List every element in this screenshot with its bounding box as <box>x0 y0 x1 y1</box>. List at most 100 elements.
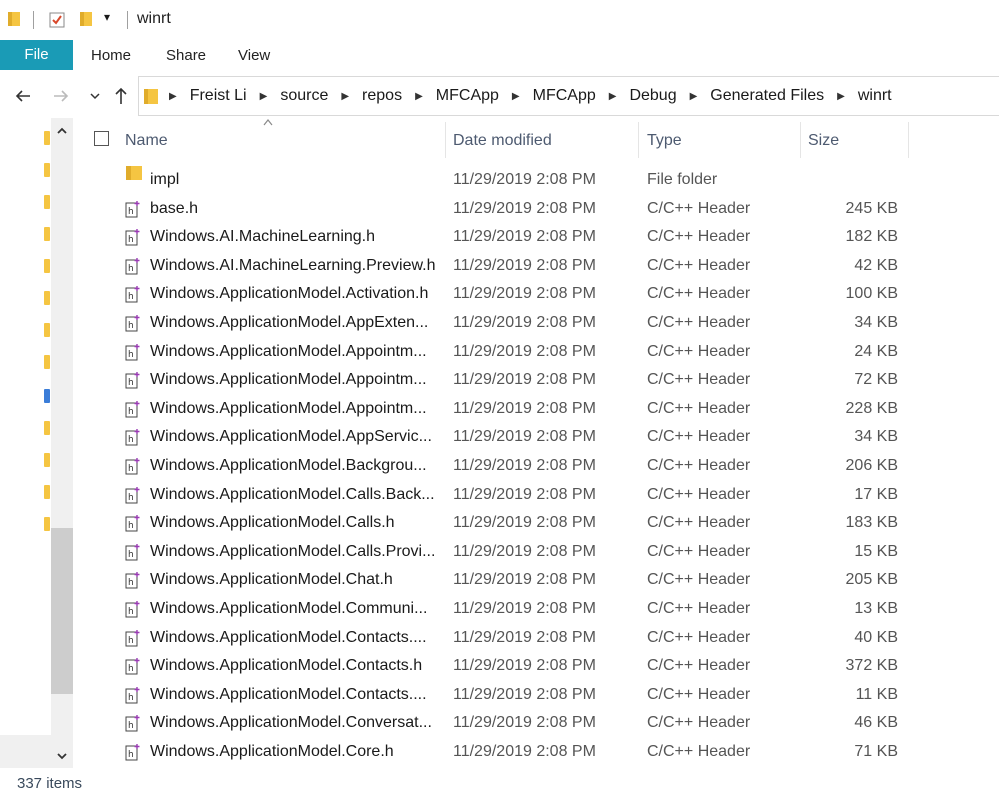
folder-icon[interactable] <box>44 131 50 145</box>
breadcrumb-item[interactable]: repos <box>356 87 408 105</box>
chevron-right-icon[interactable]: ▶ <box>505 91 527 102</box>
file-name: Windows.ApplicationModel.Calls.h <box>150 514 395 532</box>
breadcrumb-item[interactable]: source <box>274 87 334 105</box>
column-divider[interactable] <box>445 122 446 158</box>
table-row[interactable]: h Windows.ApplicationModel.Contacts.... 11… <box>78 681 908 710</box>
file-name: Windows.ApplicationModel.Appointm... <box>150 399 427 417</box>
scroll-up-button[interactable] <box>51 122 73 142</box>
file-name: Windows.ApplicationModel.Contacts.... <box>150 628 427 646</box>
table-row[interactable]: h Windows.AI.MachineLearning.h 11/29/2019 … <box>78 223 908 252</box>
folder-icon[interactable] <box>44 195 50 209</box>
header-file-icon: h <box>125 229 140 246</box>
column-header-date[interactable]: Date modified <box>453 127 552 155</box>
breadcrumb-item[interactable]: MFCApp <box>430 87 505 105</box>
chevron-right-icon[interactable]: ▶ <box>830 91 852 102</box>
folder-icon[interactable] <box>44 163 50 177</box>
table-row[interactable]: h Windows.ApplicationModel.Activation.h 11… <box>78 280 908 309</box>
tab-home[interactable]: Home <box>91 40 131 70</box>
svg-text:h: h <box>128 235 134 245</box>
breadcrumb-item-current[interactable]: winrt <box>852 87 898 105</box>
table-row[interactable]: h Windows.ApplicationModel.Chat.h 11/29/20… <box>78 566 908 595</box>
file-date-modified: 11/29/2019 2:08 PM <box>453 313 596 331</box>
forward-button[interactable] <box>48 80 74 112</box>
chevron-right-icon[interactable]: ▶ <box>334 91 356 102</box>
file-type: C/C++ Header <box>647 285 751 303</box>
breadcrumb-item[interactable]: Debug <box>623 87 682 105</box>
column-header-type[interactable]: Type <box>647 127 682 155</box>
breadcrumb-item[interactable]: MFCApp <box>527 87 602 105</box>
column-divider[interactable] <box>638 122 639 158</box>
table-row[interactable]: h Windows.ApplicationModel.Calls.Provi...… <box>78 538 908 567</box>
table-row[interactable]: h Windows.ApplicationModel.Appointm... 11/… <box>78 395 908 424</box>
table-row[interactable]: h Windows.AI.MachineLearning.Preview.h 11/… <box>78 252 908 281</box>
folder-icon[interactable] <box>44 355 50 369</box>
file-type: C/C++ Header <box>647 399 751 417</box>
table-row[interactable]: h Windows.ApplicationModel.Communi... 11/2… <box>78 595 908 624</box>
file-size: 34 KB <box>854 313 898 331</box>
file-type: C/C++ Header <box>647 542 751 560</box>
select-all-checkbox[interactable] <box>94 131 109 146</box>
table-row[interactable]: h Windows.ApplicationModel.Contacts.... 11… <box>78 624 908 653</box>
file-date-modified: 11/29/2019 2:08 PM <box>453 171 596 188</box>
column-divider[interactable] <box>800 122 801 158</box>
up-button[interactable] <box>108 80 134 112</box>
table-row[interactable]: h Windows.ApplicationModel.AppServic... 11… <box>78 423 908 452</box>
customize-toolbar-icon[interactable]: ▾ <box>104 10 110 24</box>
tab-share[interactable]: Share <box>166 40 206 70</box>
back-button[interactable] <box>10 80 36 112</box>
scroll-down-button[interactable] <box>51 747 73 767</box>
svg-text:h: h <box>128 550 134 560</box>
tab-view[interactable]: View <box>238 40 270 70</box>
table-row[interactable]: h Windows.ApplicationModel.Conversat... 11… <box>78 709 908 738</box>
folder-icon[interactable] <box>44 517 50 531</box>
tab-file[interactable]: File <box>0 40 73 70</box>
file-type: C/C++ Header <box>647 313 751 331</box>
table-row[interactable]: h Windows.ApplicationModel.AppExten... 11/… <box>78 309 908 338</box>
file-type: C/C++ Header <box>647 342 751 360</box>
folder-icon <box>144 89 158 104</box>
table-row[interactable]: h Windows.ApplicationModel.Backgrou... 11/… <box>78 452 908 481</box>
table-row[interactable]: h Windows.ApplicationModel.Core.h 11/29/20… <box>78 738 908 767</box>
new-folder-icon[interactable] <box>80 12 92 26</box>
folder-icon[interactable] <box>44 485 50 499</box>
folder-icon[interactable] <box>44 291 50 305</box>
chevron-right-icon[interactable]: ▶ <box>683 91 705 102</box>
header-file-icon: h <box>125 314 140 332</box>
file-name: Windows.ApplicationModel.AppExten... <box>150 313 429 331</box>
table-row[interactable]: impl 11/29/2019 2:08 PM File folder <box>78 166 908 195</box>
folder-icon[interactable] <box>44 227 50 241</box>
table-row[interactable]: h Windows.ApplicationModel.Calls.Back... 1… <box>78 481 908 510</box>
chevron-right-icon[interactable]: ▶ <box>408 91 430 102</box>
column-divider[interactable] <box>908 122 909 158</box>
file-size: 13 KB <box>854 599 898 617</box>
file-size: 17 KB <box>854 485 898 503</box>
file-name: Windows.ApplicationModel.Calls.Provi... <box>150 542 436 560</box>
breadcrumb-item[interactable]: Generated Files <box>704 87 830 105</box>
column-header-size[interactable]: Size <box>808 127 839 155</box>
folder-icon[interactable] <box>44 259 50 273</box>
table-row[interactable]: h Windows.ApplicationModel.Appointm... 11/… <box>78 366 908 395</box>
scrollbar-thumb[interactable] <box>51 528 73 694</box>
properties-icon[interactable] <box>48 11 66 29</box>
folder-icon[interactable] <box>44 421 50 435</box>
file-size: 245 KB <box>845 199 898 217</box>
chevron-right-icon[interactable]: ▶ <box>253 91 275 102</box>
folder-icon[interactable] <box>44 453 50 467</box>
header-file-icon: h <box>125 572 140 589</box>
header-file-icon: h <box>125 343 140 361</box>
table-row[interactable]: h Windows.ApplicationModel.Contacts.h 11/2… <box>78 652 908 681</box>
folder-icon[interactable] <box>44 323 50 337</box>
table-row[interactable]: h base.h 11/29/2019 2:08 PM C/C++ Header 245… <box>78 195 908 224</box>
folder-icon[interactable] <box>8 12 20 26</box>
file-name: Windows.ApplicationModel.Contacts.h <box>150 657 423 675</box>
chevron-right-icon[interactable]: ▶ <box>602 91 624 102</box>
folder-icon[interactable] <box>44 389 50 403</box>
chevron-right-icon[interactable]: ▶ <box>162 91 184 102</box>
file-date-modified: 11/29/2019 2:08 PM <box>453 371 596 389</box>
column-header-name[interactable]: Name <box>125 127 168 155</box>
recent-locations-button[interactable] <box>82 80 108 112</box>
table-row[interactable]: h Windows.ApplicationModel.Calls.h 11/29/2… <box>78 509 908 538</box>
breadcrumb-item[interactable]: Freist Li <box>184 87 253 105</box>
table-row[interactable]: h Windows.ApplicationModel.Appointm... 11/… <box>78 338 908 367</box>
file-name: Windows.ApplicationModel.Calls.Back... <box>150 485 435 503</box>
